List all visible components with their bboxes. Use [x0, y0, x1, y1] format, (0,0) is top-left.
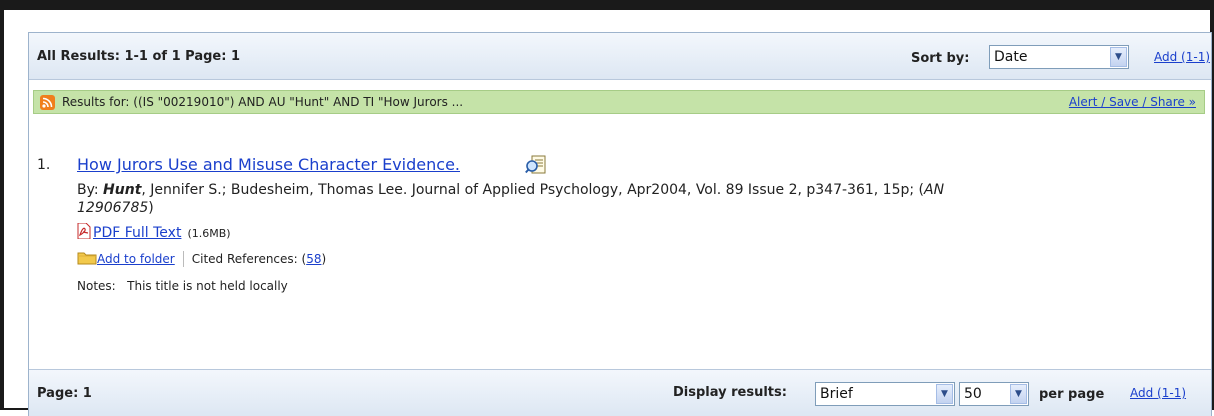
notes-label: Notes:	[77, 279, 116, 293]
first-author: Hunt	[103, 182, 142, 198]
query-text: Results for: ((IS "00219010") AND AU "Hu…	[62, 95, 464, 109]
citation-details: By: Hunt, Jennifer S.; Budesheim, Thomas…	[77, 182, 945, 216]
per-page-label: per page	[1039, 387, 1105, 402]
display-results-label: Display results:	[673, 385, 787, 400]
page-indicator: Page: 1	[37, 386, 92, 401]
preview-icon[interactable]	[525, 155, 547, 175]
display-format-value: Brief	[820, 386, 853, 402]
an-value: 12906785	[77, 200, 149, 216]
chevron-down-icon[interactable]: ▼	[1010, 384, 1027, 404]
divider	[182, 251, 184, 267]
notes-text: This title is not held locally	[127, 279, 288, 293]
folder-row: Add to folder Cited References: (58)	[77, 251, 326, 267]
add-results-footer-link[interactable]: Add (1-1)	[1130, 386, 1186, 400]
by-label: By:	[77, 182, 99, 198]
citation-text: , Jennifer S.; Budesheim, Thomas Lee. Jo…	[141, 182, 925, 198]
pdf-size: (1.6MB)	[187, 227, 231, 240]
an-label: AN	[924, 182, 945, 198]
chevron-down-icon[interactable]: ▼	[936, 384, 953, 404]
sort-label: Sort by:	[911, 51, 970, 66]
results-summary: All Results: 1-1 of 1 Page: 1	[37, 49, 240, 64]
sort-select-value: Date	[994, 49, 1028, 65]
chevron-down-icon[interactable]: ▼	[1110, 47, 1127, 67]
results-footer: Page: 1 Display results: Brief ▼ 50 ▼ pe…	[29, 369, 1211, 416]
cited-references-count-link[interactable]: 58	[306, 252, 321, 266]
query-bar: Results for: ((IS "00219010") AND AU "Hu…	[33, 90, 1205, 114]
results-panel: All Results: 1-1 of 1 Page: 1 Sort by: D…	[28, 32, 1212, 416]
rss-icon[interactable]	[40, 95, 55, 110]
add-results-link[interactable]: Add (1-1)	[1154, 50, 1210, 64]
sort-select[interactable]: Date ▼	[989, 45, 1129, 69]
notes-row: Notes: This title is not held locally	[77, 279, 288, 293]
per-page-value: 50	[964, 386, 982, 402]
pdf-icon[interactable]	[77, 222, 91, 240]
cited-close: )	[321, 252, 327, 266]
alert-save-share-link[interactable]: Alert / Save / Share »	[1069, 95, 1196, 109]
results-toolbar: All Results: 1-1 of 1 Page: 1 Sort by: D…	[29, 33, 1211, 80]
pdf-row: PDF Full Text (1.6MB)	[77, 222, 231, 241]
folder-icon[interactable]	[77, 251, 97, 265]
pdf-full-text-link[interactable]: PDF Full Text	[93, 225, 181, 241]
per-page-select[interactable]: 50 ▼	[959, 382, 1029, 406]
cited-references-label: Cited References: (	[191, 252, 307, 266]
window-frame: All Results: 1-1 of 1 Page: 1 Sort by: D…	[0, 0, 1214, 416]
add-to-folder-link[interactable]: Add to folder	[97, 252, 175, 266]
result-title-link[interactable]: How Jurors Use and Misuse Character Evid…	[77, 155, 460, 174]
result-number: 1.	[37, 157, 51, 173]
display-format-select[interactable]: Brief ▼	[815, 382, 955, 406]
